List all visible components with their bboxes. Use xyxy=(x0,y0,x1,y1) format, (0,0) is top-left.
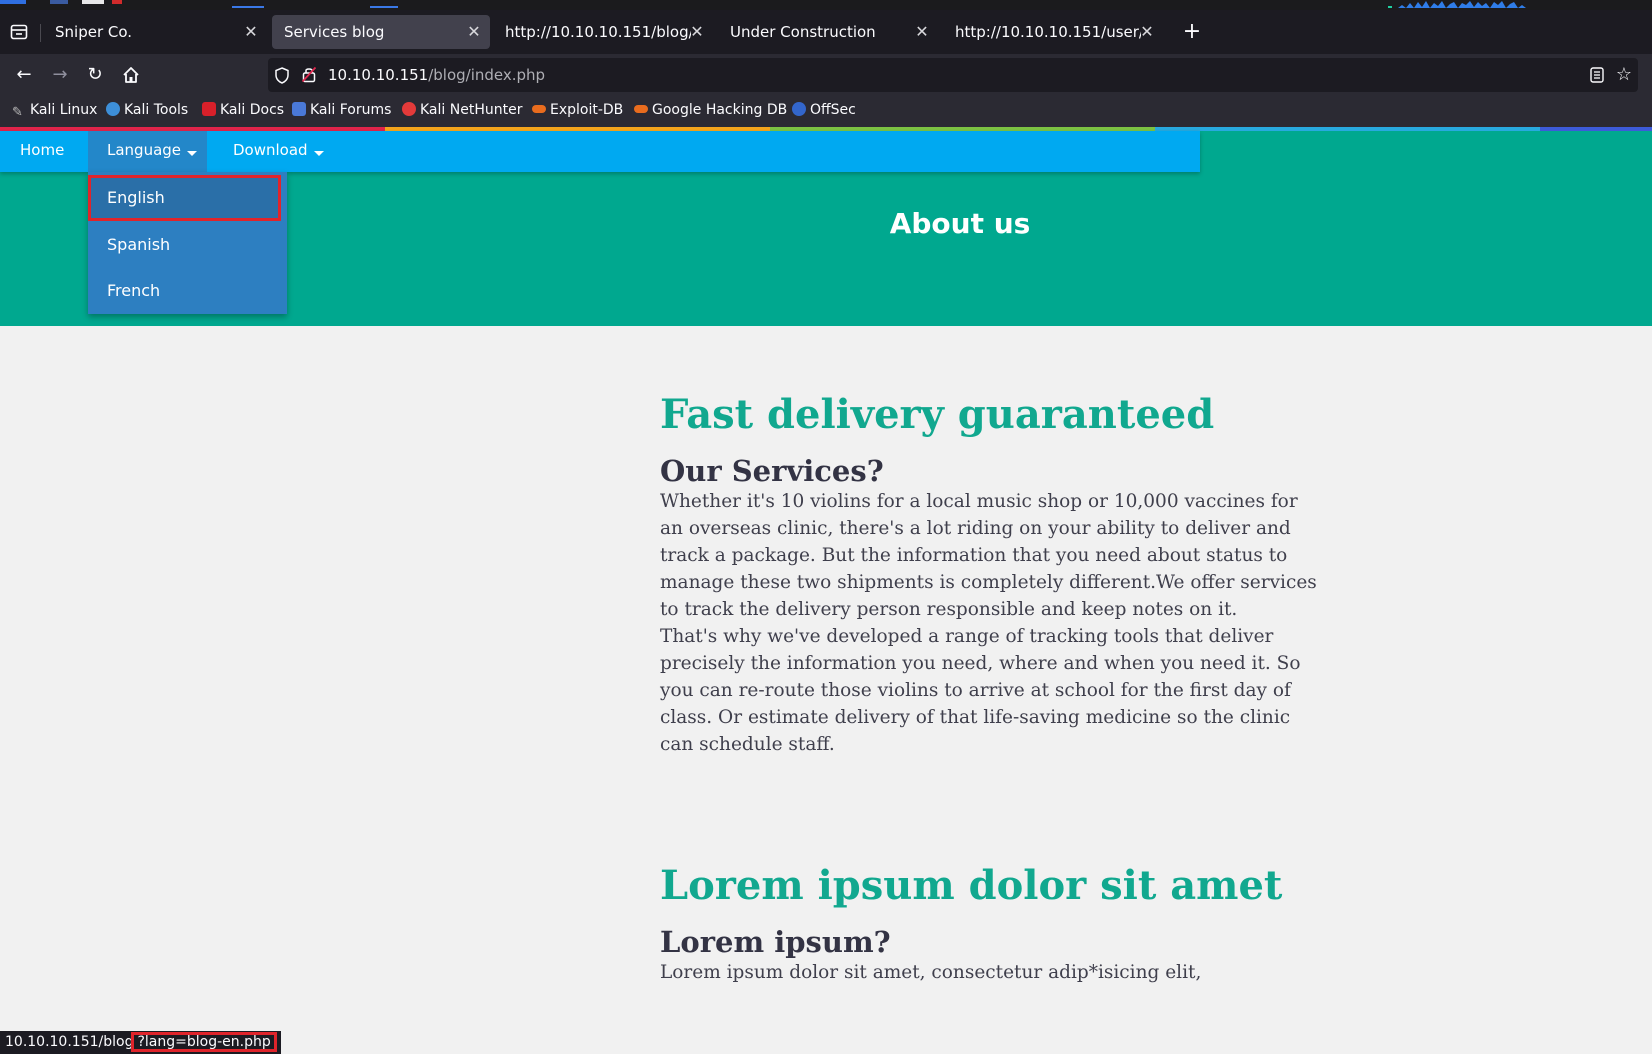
tracking-shield-icon[interactable] xyxy=(274,67,290,84)
section-paragraph: Whether it's 10 violins for a local musi… xyxy=(660,491,1317,620)
panel-app-icon[interactable] xyxy=(112,0,122,4)
section-paragraph: Lorem ipsum dolor sit amet, consectetur … xyxy=(660,962,1202,983)
kali-dragon-icon: ✎ xyxy=(12,105,23,120)
language-option-english[interactable]: English xyxy=(88,175,281,221)
nav-home-link[interactable]: Home xyxy=(20,131,64,172)
ghdb-icon xyxy=(634,105,648,113)
tab-services-blog[interactable]: Services blog ✕ xyxy=(272,15,490,49)
nethunter-icon xyxy=(402,102,416,116)
desktop-panel xyxy=(0,0,1652,10)
panel-app-icon[interactable] xyxy=(82,0,104,4)
language-option-french[interactable]: French xyxy=(88,268,287,314)
section-paragraph: That's why we've developed a range of tr… xyxy=(660,626,1301,755)
nav-download-label: Download xyxy=(233,141,308,159)
bookmark-label: OffSec xyxy=(810,102,856,118)
panel-active-indicator xyxy=(232,6,264,8)
reload-icon[interactable]: ↻ xyxy=(82,62,108,88)
tab-separator xyxy=(40,24,41,42)
section-heading: Fast delivery guaranteed xyxy=(660,391,1215,438)
bookmark-kali-docs[interactable]: Kali Docs xyxy=(202,96,284,124)
url-host: 10.10.10.151 xyxy=(328,66,429,84)
section-heading: Lorem ipsum dolor sit amet xyxy=(660,862,1283,909)
bookmark-star-icon[interactable]: ☆ xyxy=(1616,64,1632,85)
bookmark-kali-tools[interactable]: Kali Tools xyxy=(106,96,188,124)
bookmark-label: Kali NetHunter xyxy=(420,102,523,118)
tab-title: Sniper Co. xyxy=(55,23,133,41)
bookmark-label: Kali Linux xyxy=(30,102,98,118)
tab-bar: Sniper Co. ✕ Services blog ✕ http://10.1… xyxy=(0,10,1652,54)
tab-title: http://10.10.10.151/blog/?lang xyxy=(505,23,691,41)
bookmark-label: Kali Docs xyxy=(220,102,285,118)
kali-forums-icon xyxy=(292,102,306,116)
close-icon[interactable]: ✕ xyxy=(914,15,930,49)
close-icon[interactable]: ✕ xyxy=(243,15,259,49)
tab-title: Services blog xyxy=(284,23,385,41)
tab-list-icon[interactable] xyxy=(10,24,28,40)
bookmark-exploit-db[interactable]: Exploit-DB xyxy=(532,96,623,124)
section-subheading: Our Services? xyxy=(660,454,884,488)
new-tab-button[interactable]: + xyxy=(1180,20,1204,44)
home-icon[interactable] xyxy=(118,66,144,84)
close-icon[interactable]: ✕ xyxy=(689,15,705,49)
tab-title: Under Construction xyxy=(730,23,876,41)
bookmark-kali-forums[interactable]: Kali Forums xyxy=(292,96,391,124)
tab-user-index[interactable]: http://10.10.10.151/user/index ✕ xyxy=(943,15,1163,49)
tab-blog-lang[interactable]: http://10.10.10.151/blog/?lang ✕ xyxy=(493,15,713,49)
bookmark-offsec[interactable]: OffSec xyxy=(792,96,856,124)
bookmark-kali-nethunter[interactable]: Kali NetHunter xyxy=(402,96,522,124)
nav-language-label: Language xyxy=(107,141,182,159)
caret-down-icon xyxy=(313,151,324,156)
bookmark-label: Kali Tools xyxy=(124,102,189,118)
kali-tools-icon xyxy=(106,102,120,116)
language-option-spanish[interactable]: Spanish xyxy=(88,222,287,268)
nav-language-dropdown[interactable]: Language xyxy=(88,131,207,172)
link-status-bar: 10.10.10.151/blog ?lang=blog-en.php xyxy=(0,1031,281,1054)
bookmark-google-hacking-db[interactable]: Google Hacking DB xyxy=(634,96,787,124)
panel-active-indicator xyxy=(370,6,398,8)
kali-docs-icon xyxy=(202,102,216,116)
navigation-toolbar: ← → ↻ 10.10.10.151/blog/index.php ☆ xyxy=(0,54,1652,96)
reader-view-icon[interactable] xyxy=(1590,67,1604,83)
insecure-lock-icon[interactable] xyxy=(302,66,316,83)
bookmark-kali-linux[interactable]: ✎ Kali Linux xyxy=(12,96,97,124)
back-arrow-icon[interactable]: ← xyxy=(11,62,37,88)
bookmark-label: Kali Forums xyxy=(310,102,392,118)
close-icon[interactable]: ✕ xyxy=(466,15,482,49)
exploit-db-icon xyxy=(532,105,546,113)
site-navbar: Home Language Download xyxy=(0,131,1200,172)
url-bar[interactable]: 10.10.10.151/blog/index.php ☆ xyxy=(268,58,1638,92)
nav-download-dropdown[interactable]: Download xyxy=(233,131,324,172)
bookmark-label: Exploit-DB xyxy=(550,102,624,118)
tab-sniper-co[interactable]: Sniper Co. ✕ xyxy=(43,15,267,49)
bookmark-label: Google Hacking DB xyxy=(652,102,788,118)
tab-under-construction[interactable]: Under Construction ✕ xyxy=(718,15,938,49)
status-url-prefix: 10.10.10.151/blog xyxy=(5,1034,134,1050)
cpu-graph-icon xyxy=(1388,1,1526,8)
caret-down-icon xyxy=(187,151,198,156)
language-dropdown-menu: English Spanish French xyxy=(88,172,287,314)
url-path: /blog/index.php xyxy=(428,66,546,84)
close-icon[interactable]: ✕ xyxy=(1139,15,1155,49)
section-subheading: Lorem ipsum? xyxy=(660,925,891,959)
status-url-highlight: ?lang=blog-en.php xyxy=(131,1032,277,1052)
panel-app-icon[interactable] xyxy=(0,0,26,4)
panel-app-icon[interactable] xyxy=(50,0,68,4)
url-text[interactable]: 10.10.10.151/blog/index.php xyxy=(328,58,545,92)
bookmarks-toolbar: ✎ Kali Linux Kali Tools Kali Docs Kali Fo… xyxy=(0,96,1652,128)
forward-arrow-icon[interactable]: → xyxy=(47,62,73,88)
tab-title: http://10.10.10.151/user/index xyxy=(955,23,1141,41)
main-content: Fast delivery guaranteed Our Services? W… xyxy=(660,391,1320,986)
web-page: About us Home Language Download English … xyxy=(0,131,1652,1054)
offsec-icon xyxy=(792,102,806,116)
